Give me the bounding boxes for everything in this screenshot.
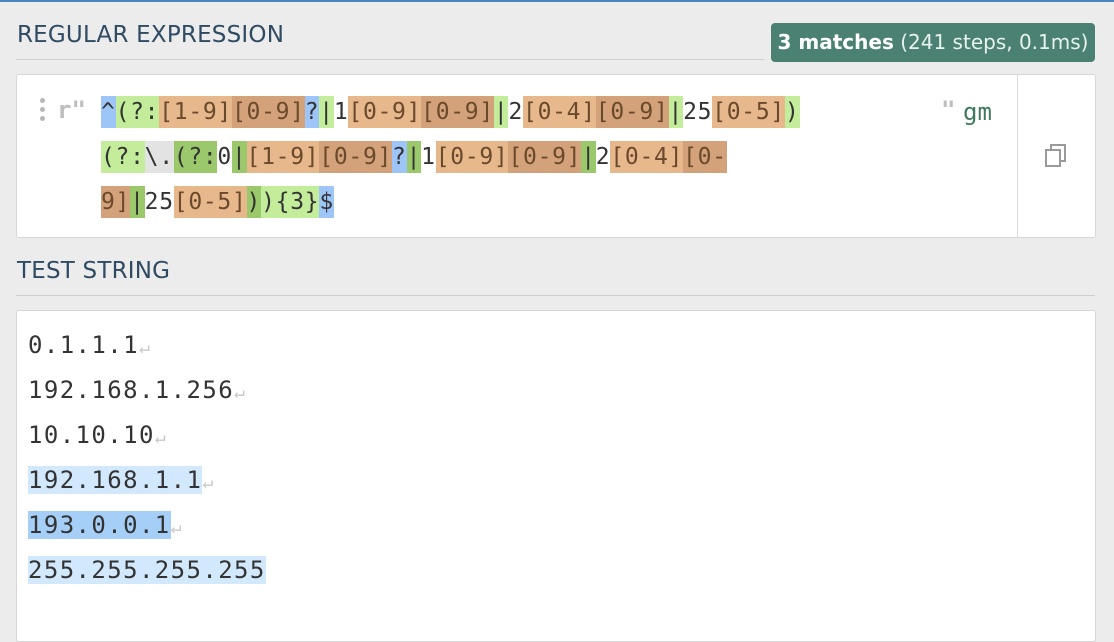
test-string-line[interactable]: 10.10.10↵ [28,418,166,453]
match-highlight: 192.168.1.1 [28,466,203,494]
regex-token: ? [304,96,320,128]
test-string-line[interactable]: 0.1.1.1↵ [28,328,150,363]
match-highlight: 193.0.0.1 [28,511,171,539]
regex-token: | [493,96,509,128]
regex-token: (?: [115,96,160,128]
regex-token: 1 [333,99,349,125]
regex-token: [1-9] [246,141,320,173]
drag-handle-icon[interactable] [40,98,46,124]
regex-token: [0-4] [523,96,596,128]
regex-token: [0-9] [421,96,494,128]
regex-token: ? [392,141,407,173]
regex-token: 0 [217,144,232,170]
regex-token: | [319,96,334,128]
test-string-line[interactable]: 192.168.1.256↵ [28,373,245,408]
regex-token: 2 [595,144,611,170]
regex-token: | [231,141,247,173]
regex-token: [0-9] [435,141,509,173]
newline-symbol: ↵ [234,382,245,403]
regex-token: [0-5] [712,96,785,128]
regex-token: | [581,141,596,173]
regex-delimiter-open: r" [57,96,86,124]
top-accent-line [0,0,1114,2]
copy-icon[interactable] [1044,143,1070,169]
match-highlight: 255.255.255.255 [28,556,266,584]
regex-token: [0-9] [508,141,582,173]
regex-token: 25 [144,189,174,215]
regex-token: (?: [101,141,145,173]
newline-symbol: ↵ [202,472,214,493]
regex-token: | [668,96,684,128]
regex-token: [1-9] [159,96,232,128]
newline-symbol: ↵ [138,337,150,358]
regex-token: ) [261,186,276,218]
regex-token: [0-4] [610,141,684,173]
regex-token: {3} [275,186,320,218]
regex-token: $ [319,186,334,218]
regex-token: (?: [173,141,218,173]
regex-token: | [406,141,422,173]
regex-section-divider [16,59,764,60]
regex-token: [0-9] [595,96,669,128]
newline-symbol: ↵ [170,517,182,538]
regex-delimiter-close: " [941,96,956,124]
regex-token: | [130,186,145,218]
test-line-text: 0.1.1.1 [28,331,139,359]
test-string-line[interactable]: 255.255.255.255 [28,553,266,588]
test-line-text: 192.168.1.256 [28,376,235,404]
regex-section-title: REGULAR EXPRESSION [17,22,285,48]
regex-pattern-line[interactable]: (?:\.(?:0|[1-9][0-9]?|1[0-9][0-9]|2[0-4]… [101,141,727,173]
regex-token: \. [144,141,174,173]
match-count: 3 matches [777,30,894,54]
regex-pattern-line[interactable]: 9]|25[0-5])){3}$ [101,186,334,218]
regex-pattern-line[interactable]: ^(?:[1-9][0-9]?|1[0-9][0-9]|2[0-4][0-9]|… [101,96,800,128]
copy-regex-area[interactable] [1017,75,1096,237]
match-details: (241 steps, 0.1ms) [900,30,1089,54]
regex-token: [0- [683,141,727,173]
test-section-divider [16,295,1095,296]
newline-symbol: ↵ [154,427,166,448]
test-string-line[interactable]: 193.0.0.1↵ [28,508,182,543]
regex-token: ^ [101,96,116,128]
regex-token: 2 [508,99,524,125]
regex-token: [0-9] [231,96,305,128]
test-line-text: 10.10.10 [28,421,155,449]
regex-token: 25 [683,99,713,125]
test-section-title: TEST STRING [17,258,171,284]
regex-flags[interactable]: gm [963,96,992,128]
regex-token: ) [246,186,262,218]
regex-token: 1 [421,144,436,170]
regex-token: [0-9] [319,141,393,173]
regex-token: [0-5] [173,186,247,218]
test-string-editor[interactable]: 0.1.1.1↵ 192.168.1.256↵ 10.10.10↵ 192.168.1… [16,310,1096,642]
regex-token: 9] [101,186,131,218]
regex-token: ) [784,96,800,128]
test-string-line[interactable]: 192.168.1.1↵ [28,463,213,498]
match-info-badge[interactable]: 3 matches (241 steps, 0.1ms) [771,23,1095,62]
regex-token: [0-9] [348,96,422,128]
